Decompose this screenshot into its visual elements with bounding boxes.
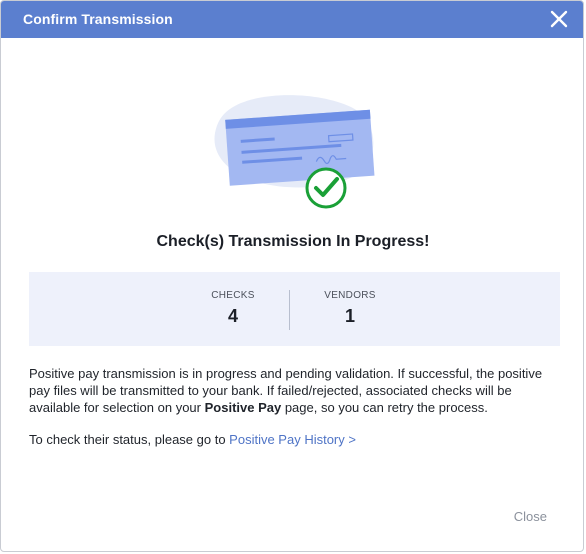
- stat-vendors: VENDORS 1: [290, 290, 410, 327]
- stat-vendors-value: 1: [344, 306, 355, 326]
- confirm-transmission-dialog: Confirm Transmission Check(s) Transmissi…: [0, 0, 584, 552]
- close-button[interactable]: Close: [514, 509, 547, 524]
- stat-checks: CHECKS 4: [173, 290, 293, 327]
- stat-checks-label: CHECKS: [211, 290, 255, 301]
- check-with-checkmark-icon: [211, 93, 381, 215]
- status-instructions: To check their status, please go to Posi…: [29, 431, 561, 448]
- transmission-description: Positive pay transmission is in progress…: [29, 365, 561, 416]
- stat-vendors-label: VENDORS: [324, 290, 376, 301]
- transmission-stats-panel: CHECKS 4 VENDORS 1: [29, 272, 560, 346]
- close-icon[interactable]: [545, 5, 573, 33]
- dialog-title: Confirm Transmission: [23, 11, 173, 27]
- status-prefix: To check their status, please go to: [29, 432, 230, 447]
- description-positive-pay-bold: Positive Pay: [204, 400, 282, 415]
- positive-pay-history-link[interactable]: Positive Pay History >: [229, 432, 356, 447]
- stat-checks-value: 4: [227, 306, 238, 326]
- dialog-header: Confirm Transmission: [1, 1, 583, 38]
- description-text-2: page, so you can retry the process.: [281, 400, 488, 415]
- transmission-status-title: Check(s) Transmission In Progress!: [156, 233, 430, 250]
